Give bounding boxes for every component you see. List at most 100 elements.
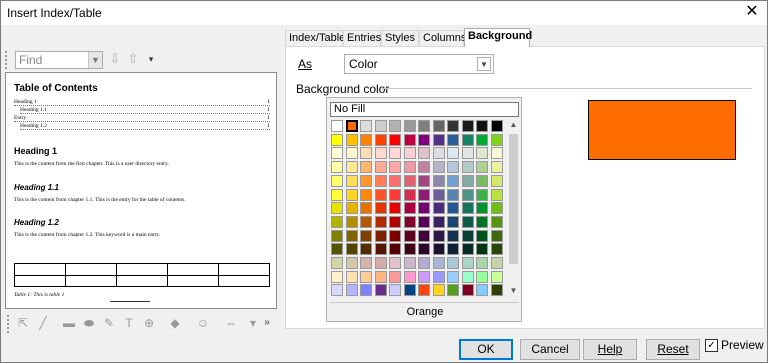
color-swatch[interactable] <box>461 257 474 269</box>
color-swatch[interactable] <box>389 174 401 187</box>
color-swatch[interactable] <box>389 133 401 146</box>
palette-scrollbar[interactable]: ▲ ▼ <box>508 120 519 298</box>
color-swatch[interactable] <box>461 161 474 174</box>
color-swatch[interactable] <box>345 270 358 283</box>
symbol-shapes-icon[interactable]: ☺ <box>195 315 211 331</box>
tab-entries[interactable]: Entries <box>343 30 381 47</box>
color-swatch[interactable] <box>432 147 445 160</box>
color-swatch[interactable] <box>432 202 445 215</box>
color-swatch[interactable] <box>331 147 343 160</box>
color-swatch[interactable] <box>476 270 488 283</box>
color-swatch[interactable] <box>418 243 430 256</box>
color-swatch[interactable] <box>490 188 503 201</box>
color-swatch[interactable] <box>360 270 372 283</box>
scroll-up-icon[interactable]: ▲ <box>508 120 519 132</box>
color-swatch[interactable] <box>331 202 343 215</box>
color-swatch[interactable] <box>374 120 387 132</box>
color-swatch[interactable] <box>490 147 503 160</box>
color-swatch[interactable] <box>331 284 343 297</box>
color-swatch[interactable] <box>403 174 416 187</box>
color-swatch[interactable] <box>447 202 459 215</box>
color-swatch[interactable] <box>403 202 416 215</box>
color-swatch[interactable] <box>418 257 430 269</box>
color-swatch[interactable] <box>418 188 430 201</box>
help-button[interactable]: Help <box>583 339 637 360</box>
color-swatch[interactable] <box>432 188 445 201</box>
ok-button[interactable]: OK <box>459 339 513 360</box>
color-swatch[interactable] <box>345 257 358 269</box>
color-swatch[interactable] <box>403 188 416 201</box>
color-swatch[interactable] <box>418 147 430 160</box>
color-swatch[interactable] <box>418 270 430 283</box>
tab-columns[interactable]: Columns <box>419 30 466 47</box>
color-swatch[interactable] <box>461 270 474 283</box>
color-swatch-selected[interactable] <box>344 119 359 133</box>
color-swatch[interactable] <box>418 174 430 187</box>
color-swatch[interactable] <box>360 257 372 269</box>
color-swatch[interactable] <box>476 188 488 201</box>
color-swatch[interactable] <box>374 188 387 201</box>
find-input[interactable]: Find ▼ <box>15 51 103 69</box>
find-previous-icon[interactable]: ⇧ <box>125 51 141 67</box>
color-swatch[interactable] <box>389 243 401 256</box>
color-swatch[interactable] <box>331 161 343 174</box>
color-swatch[interactable] <box>461 215 474 228</box>
color-swatch[interactable] <box>331 229 343 242</box>
color-swatch[interactable] <box>461 229 474 242</box>
color-swatch[interactable] <box>403 147 416 160</box>
color-swatch[interactable] <box>331 120 343 132</box>
color-swatch[interactable] <box>389 257 401 269</box>
color-swatch[interactable] <box>461 284 474 297</box>
color-swatch[interactable] <box>476 202 488 215</box>
color-swatch[interactable] <box>476 161 488 174</box>
toolbar-grip-icon[interactable] <box>7 315 10 333</box>
color-swatch[interactable] <box>403 284 416 297</box>
color-swatch[interactable] <box>389 188 401 201</box>
color-swatch[interactable] <box>403 270 416 283</box>
color-swatch[interactable] <box>389 161 401 174</box>
color-swatch[interactable] <box>447 284 459 297</box>
cancel-button[interactable]: Cancel <box>520 339 580 360</box>
color-swatch[interactable] <box>345 133 358 146</box>
color-swatch[interactable] <box>403 120 416 132</box>
color-swatch[interactable] <box>360 229 372 242</box>
tab-index-table[interactable]: Index/Table <box>285 30 345 47</box>
color-swatch[interactable] <box>360 133 372 146</box>
color-swatch[interactable] <box>345 147 358 160</box>
color-swatch[interactable] <box>331 257 343 269</box>
color-swatch[interactable] <box>403 133 416 146</box>
line-icon[interactable]: ╱ <box>35 315 51 331</box>
color-swatch[interactable] <box>389 270 401 283</box>
color-swatch[interactable] <box>345 161 358 174</box>
color-swatch[interactable] <box>447 133 459 146</box>
color-swatch[interactable] <box>331 243 343 256</box>
color-swatch[interactable] <box>432 215 445 228</box>
color-swatch[interactable] <box>432 120 445 132</box>
color-swatch[interactable] <box>432 161 445 174</box>
color-swatch[interactable] <box>374 215 387 228</box>
color-swatch[interactable] <box>331 188 343 201</box>
color-swatch[interactable] <box>447 120 459 132</box>
color-swatch[interactable] <box>403 161 416 174</box>
color-swatch[interactable] <box>389 229 401 242</box>
toolbar-overflow-icon[interactable]: ▾ <box>143 51 159 67</box>
color-swatch[interactable] <box>345 174 358 187</box>
close-icon[interactable]: ✕ <box>743 3 761 21</box>
color-swatch[interactable] <box>447 229 459 242</box>
checkbox-check-icon[interactable]: ✓ <box>705 339 718 352</box>
color-swatch[interactable] <box>476 229 488 242</box>
color-swatch[interactable] <box>432 270 445 283</box>
color-swatch[interactable] <box>476 120 488 132</box>
color-swatch[interactable] <box>389 120 401 132</box>
find-next-icon[interactable]: ⇩ <box>107 51 123 67</box>
color-swatch[interactable] <box>331 174 343 187</box>
color-swatch[interactable] <box>374 229 387 242</box>
color-swatch[interactable] <box>403 229 416 242</box>
color-swatch[interactable] <box>461 188 474 201</box>
color-swatch[interactable] <box>461 202 474 215</box>
color-swatch[interactable] <box>403 257 416 269</box>
zoom-icon[interactable]: ⊕ <box>141 315 157 331</box>
color-swatch[interactable] <box>418 120 430 132</box>
color-swatch[interactable] <box>490 174 503 187</box>
color-swatch[interactable] <box>418 133 430 146</box>
